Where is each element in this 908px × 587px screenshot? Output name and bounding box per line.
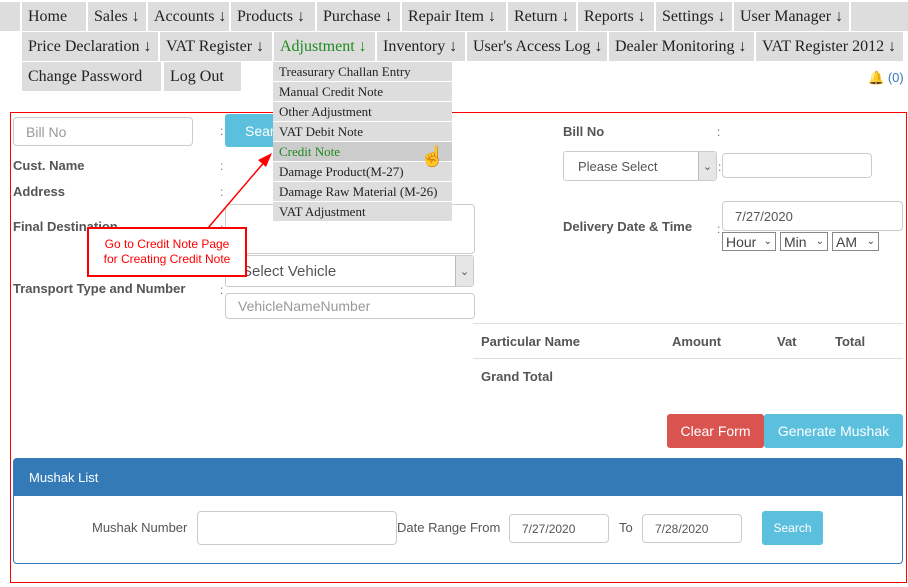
annotation-arrow	[207, 153, 272, 229]
callout-line-2: for Creating Credit Note	[103, 252, 231, 266]
arrow-head-icon	[258, 153, 272, 167]
callout-line-1: Go to Credit Note Page	[104, 237, 230, 251]
annotation-callout: Go to Credit Note Page for Creating Cred…	[87, 227, 247, 277]
arrow-line	[207, 159, 267, 229]
